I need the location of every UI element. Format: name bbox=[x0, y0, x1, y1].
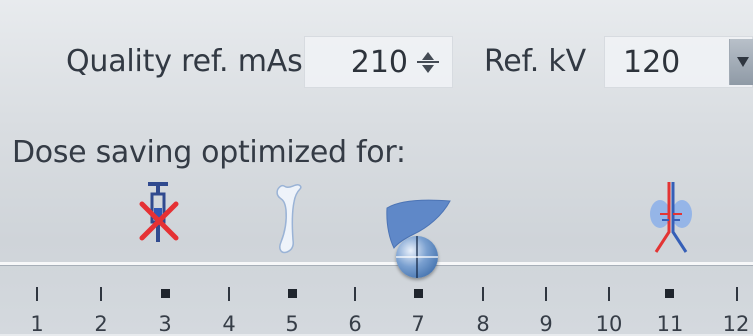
tick-label-3: 3 bbox=[158, 312, 172, 336]
quality-ref-mas-label: Quality ref. mAs bbox=[66, 44, 303, 79]
tick-label-4: 4 bbox=[222, 312, 236, 336]
tick-8 bbox=[482, 287, 484, 301]
tick-label-2: 2 bbox=[94, 312, 108, 336]
tick-label-12: 12 bbox=[722, 312, 750, 336]
tick-6 bbox=[354, 287, 356, 301]
ref-kv-value: 120 bbox=[623, 45, 681, 80]
tick-label-9: 9 bbox=[539, 312, 553, 336]
tick-2 bbox=[100, 287, 102, 301]
mas-spinner[interactable] bbox=[416, 49, 440, 75]
tick-label-6: 6 bbox=[348, 312, 362, 336]
ref-kv-label: Ref. kV bbox=[484, 44, 586, 79]
tick-label-7: 7 bbox=[411, 312, 425, 336]
tick-label-10: 10 bbox=[595, 312, 623, 336]
tick-label-1: 1 bbox=[30, 312, 44, 336]
top-row: Quality ref. mAs 210 Ref. kV 120 bbox=[0, 30, 753, 94]
slider-knob[interactable] bbox=[396, 236, 438, 278]
tick-label-8: 8 bbox=[476, 312, 490, 336]
tick-label-11: 11 bbox=[656, 312, 684, 336]
tick-label-5: 5 bbox=[285, 312, 299, 336]
knob-horizontal-line bbox=[396, 256, 438, 258]
dose-optimization-slider[interactable]: 1 2 3 4 5 6 7 8 9 10 11 12 bbox=[0, 255, 753, 336]
tick-9 bbox=[545, 287, 547, 301]
spinner-down-icon[interactable] bbox=[416, 62, 440, 75]
ref-kv-field[interactable]: 120 bbox=[604, 36, 753, 88]
tick-10 bbox=[608, 287, 610, 301]
ref-kv-dropdown-button[interactable] bbox=[729, 39, 753, 85]
dose-saving-label: Dose saving optimized for: bbox=[12, 135, 406, 170]
tick-1 bbox=[36, 287, 38, 301]
tick-11 bbox=[665, 289, 674, 298]
slider-track[interactable] bbox=[0, 262, 753, 265]
quality-ref-mas-value: 210 bbox=[350, 45, 408, 80]
quality-ref-mas-field[interactable]: 210 bbox=[304, 36, 453, 88]
vessel-icon bbox=[642, 180, 700, 256]
tick-5 bbox=[288, 289, 297, 298]
tick-7 bbox=[414, 289, 423, 298]
tick-4 bbox=[228, 287, 230, 301]
tick-3 bbox=[161, 289, 170, 298]
syringe-x-icon bbox=[136, 180, 184, 254]
tick-12 bbox=[736, 287, 738, 301]
bone-icon bbox=[274, 182, 304, 256]
